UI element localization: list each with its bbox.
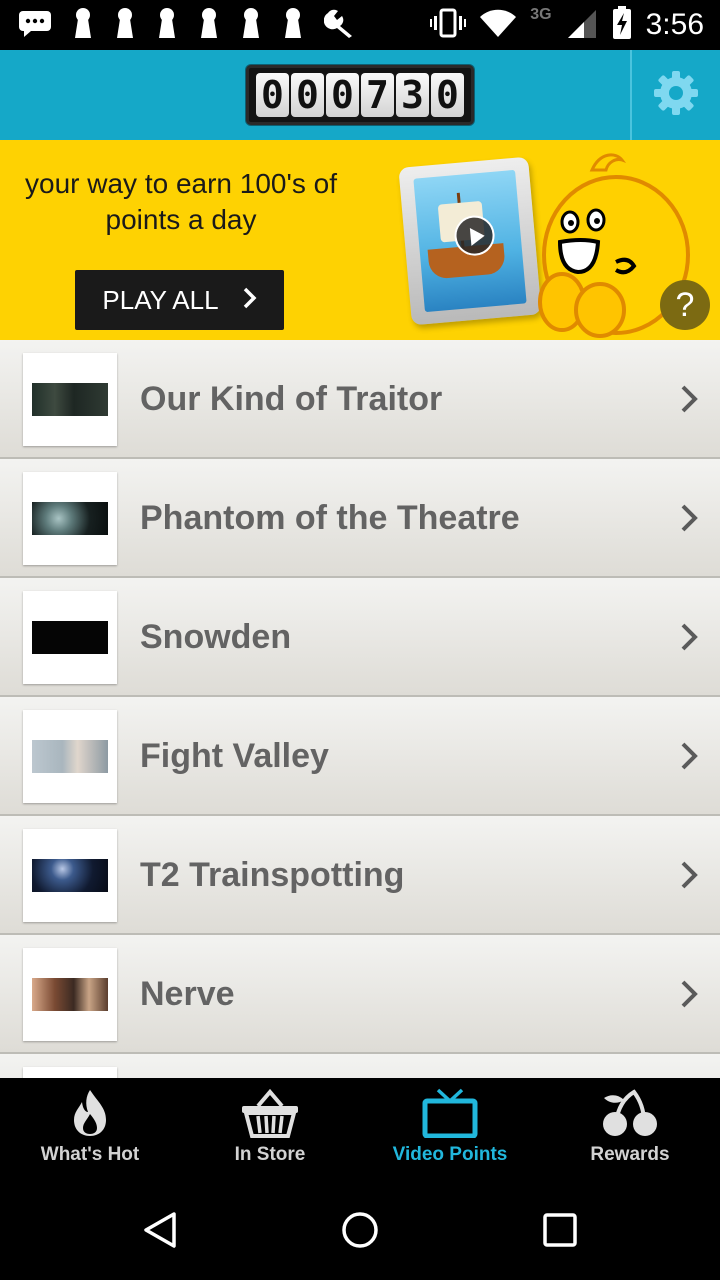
- list-item[interactable]: [0, 1054, 720, 1078]
- points-digit: 7: [361, 73, 394, 117]
- keyhole-icon: [198, 7, 220, 44]
- back-icon: [140, 1210, 180, 1255]
- video-title: Fight Valley: [140, 737, 329, 775]
- keyhole-icon: [240, 7, 262, 44]
- tab-label: Video Points: [392, 1144, 508, 1165]
- home-icon: [340, 1210, 380, 1255]
- points-digit: 0: [291, 73, 324, 117]
- chevron-right-icon: [678, 503, 702, 533]
- points-digit: 0: [326, 73, 359, 117]
- video-title: Nerve: [140, 975, 235, 1013]
- message-icon: [18, 9, 52, 42]
- thumbnail-image: [32, 383, 108, 416]
- system-icons: 3G 3:56: [430, 5, 704, 45]
- points-digit: 3: [396, 73, 429, 117]
- bottom-tab-bar: What's Hot In Store Video Points Rewards: [0, 1078, 720, 1184]
- video-list: Our Kind of Traitor Phantom of the Theat…: [0, 340, 720, 1078]
- battery-charging-icon: [612, 5, 632, 45]
- thumbnail-image: [32, 740, 108, 773]
- promo-banner: your way to earn 100's of points a day P…: [0, 140, 720, 340]
- list-item[interactable]: Phantom of the Theatre: [0, 459, 720, 578]
- keyhole-icon: [282, 7, 304, 44]
- flame-icon: [58, 1086, 122, 1140]
- tablet-illustration: [398, 156, 542, 326]
- video-thumbnail: [23, 591, 117, 684]
- list-item[interactable]: Snowden: [0, 578, 720, 697]
- points-counter: 0 0 0 7 3 0: [246, 65, 474, 125]
- list-item[interactable]: Fight Valley: [0, 697, 720, 816]
- video-thumbnail: [23, 1067, 117, 1078]
- video-thumbnail: [23, 948, 117, 1041]
- tab-video-points[interactable]: Video Points: [360, 1078, 540, 1184]
- video-title: Snowden: [140, 618, 292, 656]
- app-screen: 3G 3:56 0 0 0 7 3 0 your way to earn 100…: [0, 0, 720, 1280]
- notification-icons: [18, 7, 356, 44]
- video-thumbnail: [23, 472, 117, 565]
- chevron-right-icon: [678, 860, 702, 890]
- list-item[interactable]: Our Kind of Traitor: [0, 340, 720, 459]
- back-button[interactable]: [136, 1208, 184, 1256]
- video-thumbnail: [23, 353, 117, 446]
- chevron-right-icon: [678, 741, 702, 771]
- thumbnail-image: [32, 621, 108, 654]
- play-all-label: PLAY ALL: [102, 284, 219, 315]
- chevron-right-icon: [243, 285, 257, 316]
- cherries-icon: [598, 1086, 662, 1140]
- tab-label: Rewards: [590, 1144, 670, 1165]
- thumbnail-image: [32, 978, 108, 1011]
- tv-icon: [418, 1086, 482, 1140]
- list-item[interactable]: T2 Trainspotting: [0, 816, 720, 935]
- video-title: T2 Trainspotting: [140, 856, 405, 894]
- basket-icon: [238, 1086, 302, 1140]
- status-bar: 3G 3:56: [0, 0, 720, 50]
- video-thumbnail: [23, 829, 117, 922]
- tab-rewards[interactable]: Rewards: [540, 1078, 720, 1184]
- banner-text: your way to earn 100's of points a day: [25, 168, 337, 235]
- wifi-icon: [480, 9, 517, 42]
- tab-label: In Store: [234, 1144, 306, 1165]
- home-button[interactable]: [336, 1208, 384, 1256]
- thumbnail-image: [32, 502, 108, 535]
- help-button[interactable]: ?: [660, 280, 710, 330]
- wrench-icon: [323, 7, 356, 44]
- tablet-screen: [413, 169, 527, 313]
- video-title: Phantom of the Theatre: [140, 499, 520, 537]
- keyhole-icon: [114, 7, 136, 44]
- recents-icon: [540, 1210, 580, 1255]
- keyhole-icon: [72, 7, 94, 44]
- vibrate-icon: [430, 8, 467, 43]
- play-all-button[interactable]: PLAY ALL: [75, 270, 284, 330]
- network-type: 3G: [530, 6, 552, 23]
- gear-icon: [653, 70, 699, 121]
- points-digit: 0: [256, 73, 289, 117]
- app-header: 0 0 0 7 3 0: [0, 50, 720, 140]
- video-thumbnail: [23, 710, 117, 803]
- thumbnail-image: [32, 859, 108, 892]
- list-item[interactable]: Nerve: [0, 935, 720, 1054]
- chevron-right-icon: [678, 622, 702, 652]
- tab-label: What's Hot: [40, 1144, 140, 1165]
- keyhole-icon: [156, 7, 178, 44]
- recents-button[interactable]: [536, 1208, 584, 1256]
- tab-in-store[interactable]: In Store: [180, 1078, 360, 1184]
- video-title: Our Kind of Traitor: [140, 380, 443, 418]
- signal-icon: [566, 8, 598, 43]
- chevron-right-icon: [678, 979, 702, 1009]
- chevron-right-icon: [678, 384, 702, 414]
- tab-whats-hot[interactable]: What's Hot: [0, 1078, 180, 1184]
- system-nav-bar: [0, 1184, 720, 1280]
- points-digit: 0: [431, 73, 464, 117]
- settings-button[interactable]: [632, 50, 720, 140]
- clock: 3:56: [645, 8, 704, 41]
